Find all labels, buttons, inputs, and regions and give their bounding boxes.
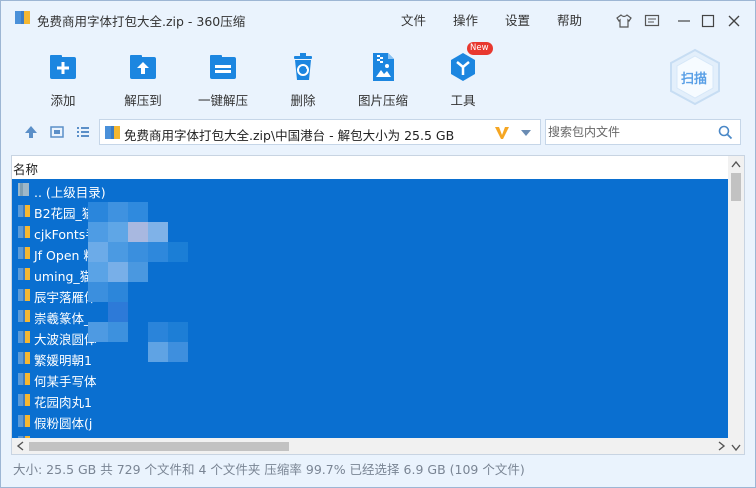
new-badge-label: New <box>470 43 489 53</box>
archive-file-icon <box>18 394 30 406</box>
file-list: .. (上级目录) B2花园_猫 cjkFonts手 Jf Open 粉 umi… <box>12 179 730 440</box>
file-name: Jf Open 粉 <box>34 248 96 263</box>
archive-file-icon <box>18 415 30 427</box>
menu-operate[interactable]: 操作 <box>453 10 478 29</box>
thumbnail-view-icon[interactable] <box>49 124 65 140</box>
delete-label: 删除 <box>290 93 316 108</box>
one-click-extract-label: 一键解压 <box>197 93 248 108</box>
file-name: 繁媛明朝1 <box>34 353 92 368</box>
archive-file-icon <box>18 373 30 385</box>
vertical-scrollbar[interactable] <box>728 156 744 454</box>
close-button[interactable] <box>725 12 743 30</box>
vertical-scroll-thumb[interactable] <box>731 173 741 201</box>
parent-folder-icon <box>18 183 29 196</box>
archive-icon <box>105 126 120 139</box>
scroll-left-icon[interactable] <box>16 441 24 451</box>
file-list-pane: 名称 .. (上级目录) B2花园_猫 cjkFonts手 Jf Open 粉 … <box>11 155 745 455</box>
search-box <box>545 119 741 145</box>
search-input[interactable] <box>546 120 713 144</box>
image-compress-label: 图片压缩 <box>357 93 408 108</box>
tools-button[interactable]: New 工具 <box>423 42 503 111</box>
menu-help[interactable]: 帮助 <box>557 10 582 29</box>
one-click-extract-icon <box>210 55 236 79</box>
app-logo-icon <box>15 11 30 24</box>
scroll-up-icon[interactable] <box>731 160 741 168</box>
archive-file-icon <box>18 331 30 343</box>
minimize-button[interactable] <box>675 12 693 30</box>
address-path: 免费商用字体打包大全.zip\中国港台 - 解包大小为 25.5 GB <box>124 128 455 143</box>
maximize-icon <box>701 14 715 28</box>
add-label: 添加 <box>50 93 76 108</box>
chevron-down-icon[interactable] <box>520 129 532 137</box>
file-name: uming_猫 <box>34 269 93 284</box>
file-name: 何某手写体 <box>34 374 97 389</box>
add-button[interactable]: 添加 <box>23 47 103 111</box>
maximize-button[interactable] <box>699 12 717 30</box>
column-header-name[interactable]: 名称 <box>12 156 730 178</box>
list-view-icon[interactable] <box>75 124 91 140</box>
list-item[interactable]: 花园肉丸1 <box>12 389 730 410</box>
close-icon <box>728 15 740 27</box>
up-arrow-icon[interactable] <box>23 124 39 140</box>
archive-file-icon <box>18 310 30 322</box>
delete-button[interactable]: 删除 <box>263 47 343 111</box>
extract-to-button[interactable]: 解压到 <box>103 47 183 111</box>
file-name: 假粉圆体(j <box>34 416 93 431</box>
horizontal-scroll-thumb[interactable] <box>29 442 289 451</box>
v-brand-icon[interactable] <box>494 125 510 141</box>
file-name: .. (上级目录) <box>34 185 106 200</box>
file-name: B2花园_猫 <box>34 206 95 221</box>
app-window: 免费商用字体打包大全.zip - 360压缩 文件 操作 设置 帮助 添加 解压… <box>0 0 756 488</box>
horizontal-scrollbar[interactable] <box>12 438 730 454</box>
scan-label: 扫描 <box>681 72 708 87</box>
scroll-right-icon[interactable] <box>718 441 726 451</box>
window-title: 免费商用字体打包大全.zip - 360压缩 <box>37 14 246 29</box>
address-bar[interactable]: 免费商用字体打包大全.zip\中国港台 - 解包大小为 25.5 GB <box>99 119 541 145</box>
title-bar: 免费商用字体打包大全.zip - 360压缩 文件 操作 设置 帮助 <box>1 1 755 35</box>
archive-file-icon <box>18 268 30 280</box>
extract-folder-icon <box>130 55 156 79</box>
one-click-extract-button[interactable]: 一键解压 <box>183 47 263 111</box>
parent-directory-row[interactable]: .. (上级目录) <box>12 179 730 200</box>
scan-button[interactable]: 扫描 <box>669 48 721 106</box>
file-name: 崇羲篆体_ <box>34 311 91 326</box>
status-bar: 大小: 25.5 GB 共 729 个文件和 4 个文件夹 压缩率 99.7% … <box>13 462 525 477</box>
menu-settings[interactable]: 设置 <box>505 10 530 29</box>
skin-button[interactable] <box>615 12 633 30</box>
extract-to-label: 解压到 <box>124 93 162 108</box>
scroll-down-icon[interactable] <box>731 444 741 452</box>
image-compress-button[interactable]: 图片压缩 <box>343 47 423 111</box>
menu-file[interactable]: 文件 <box>401 10 426 29</box>
list-item[interactable]: 假粉圆体(j <box>12 410 730 431</box>
recycle-bin-icon <box>294 53 312 80</box>
search-icon[interactable] <box>718 125 733 140</box>
add-icon <box>50 55 76 79</box>
shirt-icon <box>616 14 632 28</box>
feedback-button[interactable] <box>643 12 661 30</box>
archive-file-icon <box>18 352 30 364</box>
navigation-bar: 免费商用字体打包大全.zip\中国港台 - 解包大小为 25.5 GB <box>1 115 755 149</box>
message-icon <box>644 14 660 27</box>
archive-file-icon <box>18 247 30 259</box>
image-compress-icon <box>373 53 394 81</box>
archive-file-icon <box>18 205 30 217</box>
minimize-icon <box>678 20 690 22</box>
tools-icon <box>451 53 475 81</box>
archive-file-icon <box>18 289 30 301</box>
archive-file-icon <box>18 226 30 238</box>
redaction-mosaic <box>88 202 188 372</box>
column-name-label: 名称 <box>13 162 39 177</box>
tools-label: 工具 <box>450 93 476 108</box>
file-name: 花园肉丸1 <box>34 395 92 410</box>
